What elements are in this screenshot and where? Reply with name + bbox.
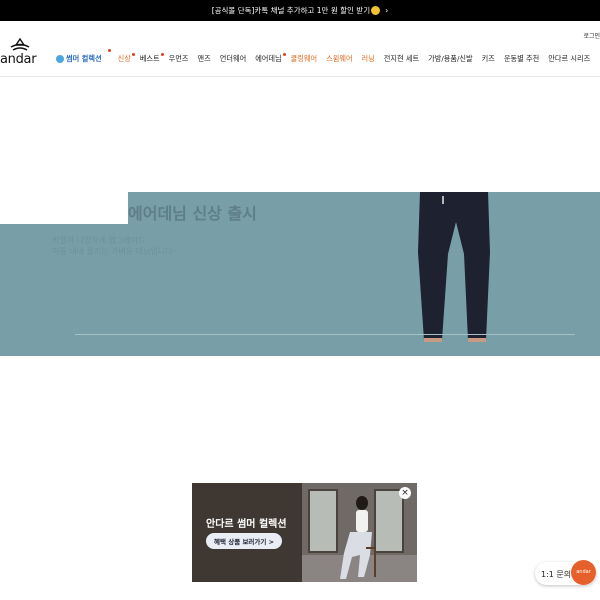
logo[interactable]: andar [0,38,45,70]
main-nav: 썸머 컬렉션 신상 베스트 우먼즈 맨즈 언더웨어 에어데님 쿨링웨어 스윔웨어… [56,49,599,66]
nav-item-summer-collection[interactable]: 썸머 컬렉션 [56,49,111,64]
lotus-icon [10,38,30,51]
popup-model-image [340,496,376,579]
nav-label: 썸머 컬렉션 [66,54,102,63]
nav-label: 언더웨어 [219,54,247,63]
globe-icon [56,55,64,63]
model-image [418,192,490,342]
promo-banner[interactable]: [공식몰 단독]카톡 채널 추가하고 1만 원 할인 받기 › [0,0,600,21]
nav-item-running[interactable]: 러닝 [362,54,375,64]
nav-item-kids[interactable]: 키즈 [482,54,495,64]
chevron-right-icon: › [385,6,389,15]
nav-item-womens[interactable]: 우먼즈 [169,54,189,64]
nav-label: 맨즈 [197,54,211,63]
hero-subtitle-line2: 여름 내내 즐기는 가벼운 데님입니다 [52,247,173,256]
nav-label: 우먼즈 [168,54,189,63]
nav-label: 안다르 시리즈 [548,54,591,63]
nav-label: 러닝 [361,54,375,63]
nav-item-andar-series[interactable]: 안다르 시리즈 [548,54,590,64]
nav-item-airdenim[interactable]: 에어데님 [255,53,286,64]
nav-label: 쿨링웨어 [290,54,318,63]
new-dot [282,53,286,56]
nav-label: 전지현 세트 [383,54,420,63]
popup-cta-button[interactable]: 혜택 상품 보러가기 > [206,533,283,549]
nav-item-jjh-set[interactable]: 전지현 세트 [384,54,419,64]
chat-label: 1:1 문의 [541,570,572,579]
hero-cutout [0,192,128,224]
promo-popup[interactable]: 안다르 썸머 컬렉션 혜택 상품 보러가기 > × [192,483,417,582]
new-dot [131,53,135,56]
nav-label: 키즈 [481,54,495,63]
nav-label: 가방/용품/신발 [428,54,473,63]
promo-text: [공식몰 단독]카톡 채널 추가하고 1만 원 할인 받기 [211,6,371,15]
nav-item-by-sport[interactable]: 운동별 추천 [504,54,539,64]
header-divider [0,76,600,77]
new-dot [160,53,164,56]
window-image [308,489,338,553]
hero-progress-line [75,334,575,335]
new-dot [107,49,111,52]
nav-item-bags[interactable]: 가방/용품/신발 [428,54,473,64]
login-link[interactable]: 로그인 [583,31,600,40]
nav-item-coolingwear[interactable]: 쿨링웨어 [291,54,317,64]
hero-banner[interactable]: 에어데님 신상 출시 카멜과 다양하게 업그레이드 여름 내내 즐기는 가벼운 … [0,192,600,356]
nav-item-mens[interactable]: 맨즈 [198,54,211,64]
smile-icon [371,6,381,15]
close-icon[interactable]: × [399,487,411,499]
nav-item-best[interactable]: 베스트 [139,53,164,64]
hero-title: 에어데님 신상 출시 [128,204,257,223]
logo-text: andar [0,52,37,67]
nav-item-swimwear[interactable]: 스윔웨어 [326,54,352,64]
nav-label: 스윔웨어 [326,54,353,63]
nav-item-underwear[interactable]: 언더웨어 [220,54,246,64]
hero-subtitle-line1: 카멜과 다양하게 업그레이드 [52,236,146,245]
nav-label: 운동별 추천 [503,54,540,63]
nav-item-new[interactable]: 신상 [117,53,135,64]
nav-label: 베스트 [139,54,160,63]
nav-label: 에어데님 [255,54,282,63]
nav-label: 신상 [117,54,131,63]
andar-badge-icon: andar [571,560,596,585]
chat-support-button[interactable]: 1:1 문의 andar [535,560,596,585]
popup-title: 안다르 썸머 컬렉션 [206,519,287,530]
